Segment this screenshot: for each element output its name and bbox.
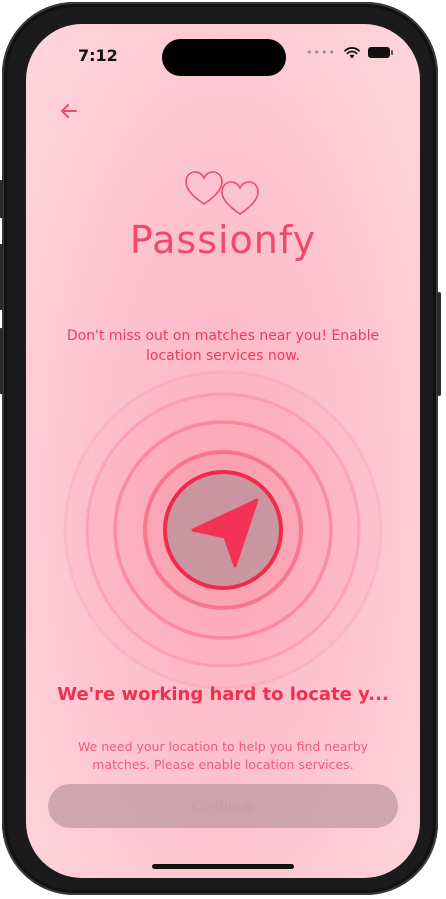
arrow-left-icon[interactable] xyxy=(56,98,82,124)
wifi-icon xyxy=(344,46,360,58)
home-indicator[interactable] xyxy=(152,864,294,869)
double-heart-icon xyxy=(185,171,259,215)
signal-dots: •••• xyxy=(306,46,336,59)
status-time: 7:12 xyxy=(78,46,118,65)
status-icons: •••• xyxy=(306,46,393,59)
phone-frame: 7:12 •••• Passionfy Don't miss out on ma… xyxy=(0,2,441,895)
status-headline: We're working hard to locate y... xyxy=(57,684,389,705)
dynamic-island xyxy=(162,39,286,76)
continue-button[interactable]: Continue xyxy=(48,784,398,828)
brand-name: Passionfy xyxy=(129,218,317,262)
app-screen: 7:12 •••• Passionfy Don't miss out on ma… xyxy=(26,24,420,878)
intro-text: Don't miss out on matches near you! Enab… xyxy=(66,328,380,364)
battery-icon xyxy=(368,47,393,58)
location-radar xyxy=(63,370,383,690)
status-description: We need your location to help you find n… xyxy=(77,739,369,772)
volume-up-button xyxy=(0,244,3,310)
side-button xyxy=(0,180,3,218)
volume-down-button xyxy=(0,328,3,394)
power-button xyxy=(437,292,441,396)
